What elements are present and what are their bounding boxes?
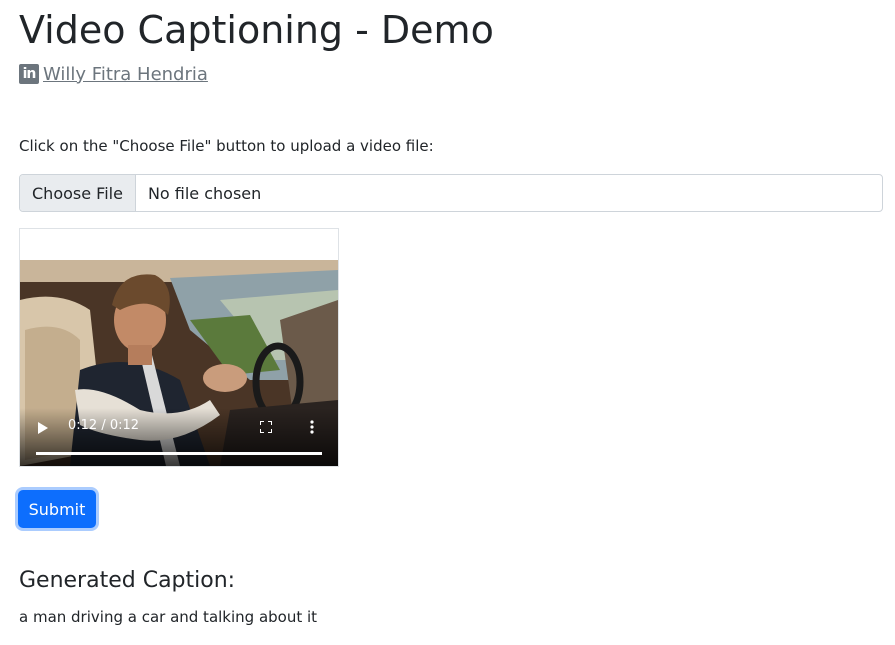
- video-controls: 0:12 / 0:12: [20, 408, 338, 466]
- generated-caption: a man driving a car and talking about it: [19, 608, 318, 626]
- upload-instruction: Click on the "Choose File" button to upl…: [19, 137, 434, 155]
- author-link[interactable]: in Willy Fitra Hendria: [19, 62, 208, 86]
- play-icon[interactable]: [38, 422, 48, 434]
- file-input[interactable]: Choose File No file chosen: [19, 174, 883, 212]
- page: Video Captioning - Demo in Willy Fitra H…: [0, 0, 895, 645]
- choose-file-button[interactable]: Choose File: [20, 175, 136, 211]
- linkedin-icon: in: [19, 64, 39, 84]
- page-title: Video Captioning - Demo: [19, 8, 494, 52]
- author-name: Willy Fitra Hendria: [43, 63, 208, 85]
- video-time-display: 0:12 / 0:12: [68, 418, 140, 433]
- submit-button[interactable]: Submit: [18, 490, 96, 528]
- video-frame-image[interactable]: 0:12 / 0:12: [20, 260, 338, 466]
- video-progress-bar[interactable]: [36, 452, 322, 455]
- fullscreen-icon[interactable]: [260, 421, 272, 433]
- more-options-icon[interactable]: [310, 420, 314, 434]
- caption-heading: Generated Caption:: [19, 568, 236, 593]
- video-progress-fill: [36, 452, 322, 455]
- file-status-text: No file chosen: [147, 183, 262, 203]
- video-player[interactable]: 0:12 / 0:12: [19, 228, 339, 467]
